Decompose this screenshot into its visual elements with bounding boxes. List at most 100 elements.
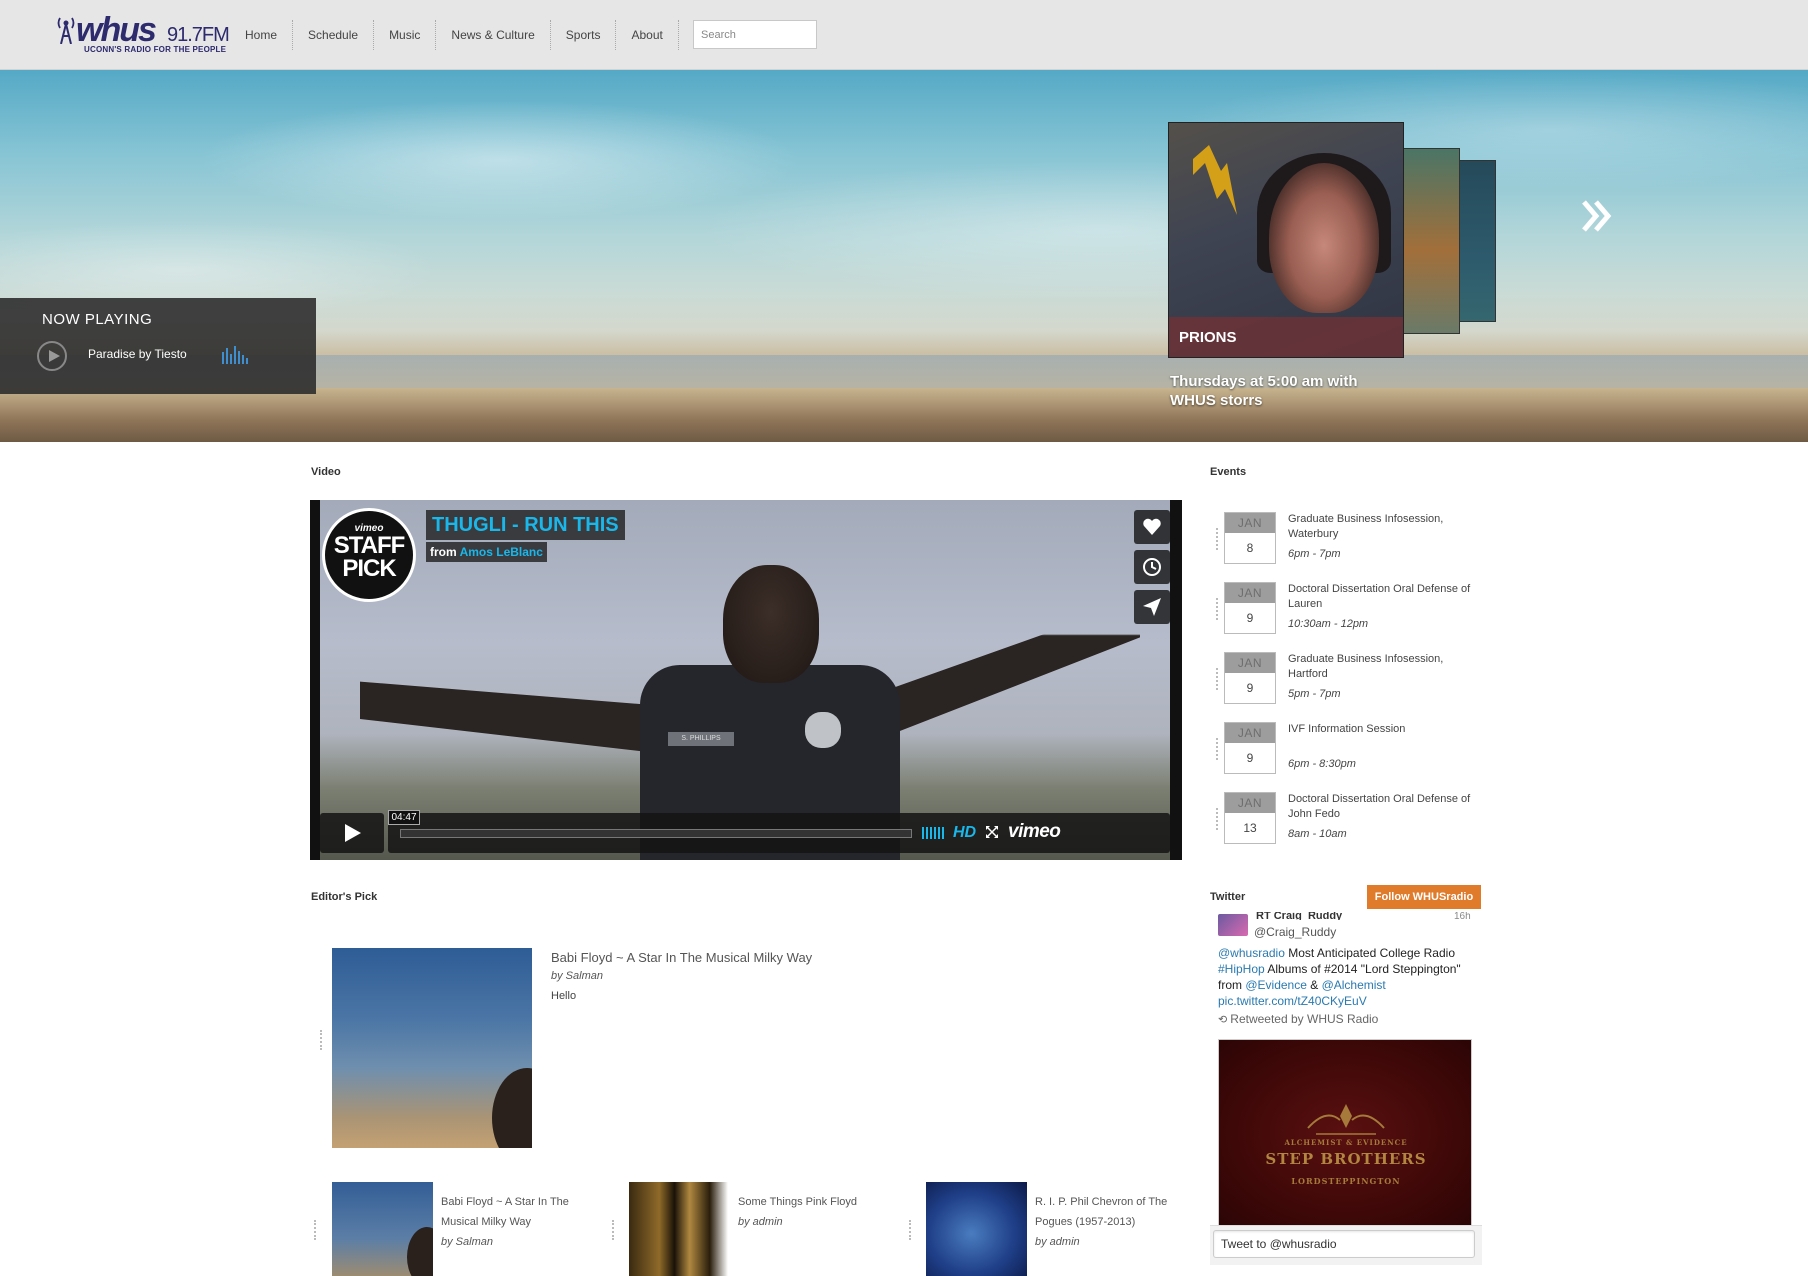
carousel-card-3[interactable] — [1458, 160, 1496, 322]
tweet-image-title: STEP BROTHERS — [1265, 1150, 1427, 1168]
editors-pick-item-author: by admin — [1035, 1236, 1080, 1248]
hero-banner: NOW PLAYING Paradise by Tiesto PRIONS Th… — [0, 70, 1808, 442]
staff-pick-line2: PICK — [342, 555, 396, 582]
tweet-hashtag[interactable]: #HipHop — [1218, 962, 1265, 976]
video-player[interactable]: S. PHILLIPS vimeo STAFF PICK THUGLI - RU… — [310, 500, 1182, 860]
event-item[interactable]: JAN 9 Graduate Business Infosession, Hartf… — [1216, 652, 1484, 708]
event-time: 6pm - 7pm — [1288, 548, 1341, 560]
tweet-timestamp[interactable]: 16h — [1454, 912, 1471, 922]
video-author[interactable]: Amos LeBlanc — [460, 545, 543, 559]
tweet-image-subtitle: LORDSTEPPINGTON — [1291, 1176, 1401, 1186]
show-art-face — [1269, 163, 1379, 313]
whus-logo[interactable]: whus 91.7FM UCONN'S RADIO FOR THE PEOPLE — [54, 11, 230, 58]
tweet-text-part: Most Anticipated College Radio — [1284, 946, 1455, 960]
video-from-label: from — [430, 545, 457, 559]
tweet-avatar[interactable] — [1218, 914, 1248, 936]
editors-pick-item-text: R. I. P. Phil Chevron of The Pogues (195… — [1035, 1192, 1185, 1252]
search-input[interactable] — [693, 20, 817, 49]
drag-handle[interactable] — [1216, 808, 1219, 830]
retweeted-by: Retweeted by WHUS Radio — [1230, 1012, 1379, 1026]
watch-later-button[interactable] — [1134, 550, 1170, 584]
drag-handle[interactable] — [1216, 668, 1219, 690]
event-date-badge: JAN 9 — [1224, 722, 1276, 774]
event-time: 6pm - 8:30pm — [1288, 758, 1356, 770]
play-button[interactable] — [37, 341, 67, 371]
drag-handle[interactable] — [314, 1220, 317, 1240]
double-chevron-right-icon[interactable] — [1580, 198, 1614, 234]
event-date-badge: JAN 9 — [1224, 582, 1276, 634]
event-title[interactable]: Graduate Business Infosession, Hartford — [1288, 652, 1478, 682]
editors-pick-item-title[interactable]: Babi Floyd ~ A Star In The Musical Milky… — [441, 1192, 591, 1232]
event-day: 13 — [1243, 821, 1257, 835]
editors-pick-item-author: by Salman — [441, 1236, 493, 1248]
carousel-card-2[interactable] — [1402, 148, 1460, 334]
drag-handle[interactable] — [909, 1220, 912, 1240]
nav-music[interactable]: Music — [374, 20, 437, 50]
follow-button[interactable]: Follow WHUSradio — [1367, 885, 1481, 909]
tweet-pic-link[interactable]: pic.twitter.com/tZ40CKyEuV — [1218, 994, 1367, 1008]
event-item[interactable]: JAN 8 Graduate Business Infosession, Water… — [1216, 512, 1484, 568]
event-title[interactable]: IVF Information Session — [1288, 722, 1478, 737]
share-button[interactable] — [1134, 590, 1170, 624]
editors-pick-main-image[interactable] — [332, 948, 532, 1148]
event-item[interactable]: JAN 9 Doctoral Dissertation Oral Defense o… — [1216, 582, 1484, 638]
editors-pick-thumbnail[interactable] — [926, 1182, 1027, 1276]
editors-pick-item[interactable]: Some Things Pink Floyd by admin — [629, 1182, 909, 1276]
editors-pick-thumbnail[interactable] — [629, 1182, 730, 1276]
video-progress-bar[interactable] — [400, 829, 912, 838]
twitter-timeline[interactable]: RT Craig_Ruddy 16h @Craig_Ruddy @whusrad… — [1210, 912, 1482, 1264]
editors-pick-item[interactable]: Babi Floyd ~ A Star In The Musical Milky… — [332, 1182, 612, 1276]
editors-pick-main-title[interactable]: Babi Floyd ~ A Star In The Musical Milky… — [551, 949, 812, 967]
volume-icon[interactable] — [922, 827, 946, 839]
site-header: whus 91.7FM UCONN'S RADIO FOR THE PEOPLE… — [0, 0, 1808, 70]
event-title[interactable]: Doctoral Dissertation Oral Defense of Jo… — [1288, 792, 1478, 822]
hd-toggle[interactable]: HD — [953, 822, 976, 844]
like-button[interactable] — [1134, 510, 1170, 544]
now-playing-title: NOW PLAYING — [42, 311, 153, 328]
event-time: 5pm - 7pm — [1288, 688, 1341, 700]
video-nametag: S. PHILLIPS — [668, 732, 734, 746]
staff-pick-badge[interactable]: vimeo STAFF PICK — [322, 508, 416, 602]
editors-pick-thumbnail[interactable] — [332, 1182, 433, 1276]
video-title[interactable]: THUGLI - RUN THIS — [426, 510, 625, 540]
nav-news-culture[interactable]: News & Culture — [436, 20, 551, 50]
event-item[interactable]: JAN 13 Doctoral Dissertation Oral Defense … — [1216, 792, 1484, 848]
now-playing-track: Paradise by Tiesto — [88, 347, 187, 361]
video-figure-head — [723, 565, 819, 683]
tweet-display-name[interactable]: RT Craig_Ruddy — [1256, 912, 1416, 920]
nav-about[interactable]: About — [616, 20, 679, 50]
drag-handle[interactable] — [1216, 598, 1219, 620]
tweet-to-input[interactable]: Tweet to @whusradio — [1213, 1230, 1475, 1258]
event-month: JAN — [1225, 513, 1275, 533]
logo-brand: whus — [76, 11, 157, 49]
hero-sky — [0, 70, 1808, 320]
drag-handle[interactable] — [1216, 528, 1219, 550]
show-label: PRIONS — [1169, 317, 1403, 357]
fullscreen-icon[interactable] — [985, 825, 999, 839]
nav-home[interactable]: Home — [230, 20, 294, 50]
nav-schedule[interactable]: Schedule — [293, 20, 375, 50]
editors-pick-item-text: Babi Floyd ~ A Star In The Musical Milky… — [441, 1192, 591, 1252]
carousel-card-prions[interactable]: PRIONS — [1168, 122, 1404, 358]
vimeo-logo[interactable]: vimeo — [1008, 820, 1061, 844]
tweet-mention-alchemist[interactable]: @Alchemist — [1322, 978, 1386, 992]
editors-pick-item[interactable]: R. I. P. Phil Chevron of The Pogues (195… — [926, 1182, 1206, 1276]
ornament-icon — [1307, 1104, 1385, 1135]
clock-icon — [1143, 558, 1161, 576]
event-time: 10:30am - 12pm — [1288, 618, 1369, 630]
tweet-mention[interactable]: @whusradio — [1218, 946, 1285, 960]
editors-pick-item-title[interactable]: R. I. P. Phil Chevron of The Pogues (195… — [1035, 1192, 1185, 1232]
editors-pick-item-title[interactable]: Some Things Pink Floyd — [738, 1192, 888, 1212]
tweet-text-part: & — [1306, 978, 1322, 992]
tweet-image[interactable]: ALCHEMIST & EVIDENCE STEP BROTHERS LORDS… — [1218, 1039, 1472, 1227]
event-title[interactable]: Doctoral Dissertation Oral Defense of La… — [1288, 582, 1478, 612]
tweet-handle[interactable]: @Craig_Ruddy — [1254, 924, 1336, 940]
drag-handle[interactable] — [320, 1030, 323, 1050]
video-play-button[interactable] — [320, 813, 384, 853]
tweet-mention-evidence[interactable]: @Evidence — [1245, 978, 1307, 992]
drag-handle[interactable] — [612, 1220, 615, 1240]
event-item[interactable]: JAN 9 IVF Information Session 6pm - 8:30pm — [1216, 722, 1484, 778]
drag-handle[interactable] — [1216, 738, 1219, 760]
nav-sports[interactable]: Sports — [551, 20, 617, 50]
event-title[interactable]: Graduate Business Infosession, Waterbury — [1288, 512, 1478, 542]
